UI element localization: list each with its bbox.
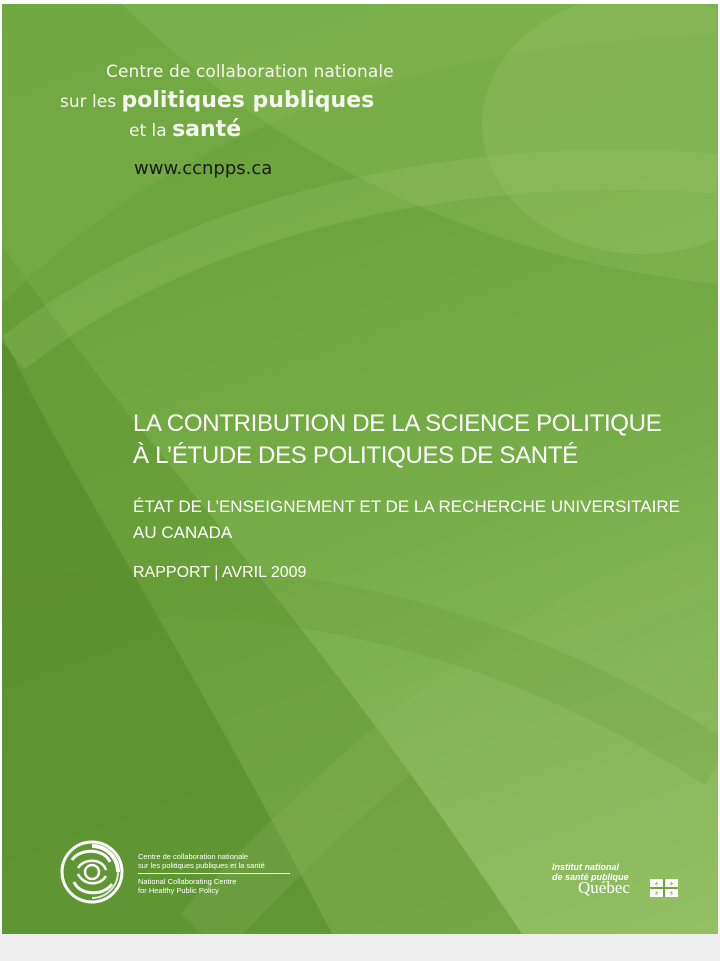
report-subtitle-line2: AU CANADA — [133, 523, 233, 542]
report-title-line1: LA CONTRIBUTION DE LA SCIENCE POLITIQUE — [133, 410, 662, 437]
org-name-line3-prefix: et la — [129, 121, 173, 141]
svg-text:⚜: ⚜ — [669, 881, 674, 888]
ccnpps-swirl-logo-icon — [60, 840, 124, 904]
footer-fr-line1: Centre de collaboration nationale — [138, 852, 249, 861]
org-name-line2-bold: politiques publiques — [121, 88, 375, 113]
footer-en-line1: National Collaborating Centre — [138, 877, 237, 886]
report-date: RAPPORT | AVRIL 2009 — [133, 564, 307, 581]
page-bottom-strip — [0, 934, 720, 961]
org-name-line3: et la santé — [129, 117, 241, 142]
inspq-line1: Institut national — [552, 862, 619, 872]
report-subtitle-line1: ÉTAT DE L’ENSEIGNEMENT ET DE LA RECHERCH… — [133, 497, 680, 516]
svg-text:⚜: ⚜ — [654, 881, 659, 888]
report-cover: Centre de collaboration nationale sur le… — [2, 4, 718, 934]
page: Centre de collaboration nationale sur le… — [0, 0, 720, 961]
footer-centre-name-fr: Centre de collaboration nationale sur le… — [138, 852, 265, 870]
org-name-line3-bold: santé — [172, 117, 242, 142]
org-name-line1: Centre de collaboration nationale — [106, 62, 394, 82]
footer-divider — [138, 873, 290, 874]
svg-text:⚜: ⚜ — [669, 891, 674, 898]
report-title: LA CONTRIBUTION DE LA SCIENCE POLITIQUE … — [133, 408, 703, 472]
svg-text:⚜: ⚜ — [654, 891, 659, 898]
footer-fr-line2: sur les politiques publiques et la santé — [138, 861, 265, 870]
website-link[interactable]: www.ccnpps.ca — [134, 158, 272, 179]
footer-en-line2: for Healthy Public Policy — [138, 886, 219, 895]
org-name-line2-prefix: sur les — [60, 92, 122, 112]
report-title-line2: À L’ÉTUDE DES POLITIQUES DE SANTÉ — [133, 442, 578, 469]
report-subtitle: ÉTAT DE L’ENSEIGNEMENT ET DE LA RECHERCH… — [133, 494, 703, 546]
org-name-line2: sur les politiques publiques — [60, 88, 374, 113]
quebec-flag-icon: ⚜ ⚜ ⚜ ⚜ — [650, 879, 678, 897]
quebec-wordmark: Québec — [578, 878, 630, 897]
footer-centre-name-en: National Collaborating Centre for Health… — [138, 877, 236, 895]
